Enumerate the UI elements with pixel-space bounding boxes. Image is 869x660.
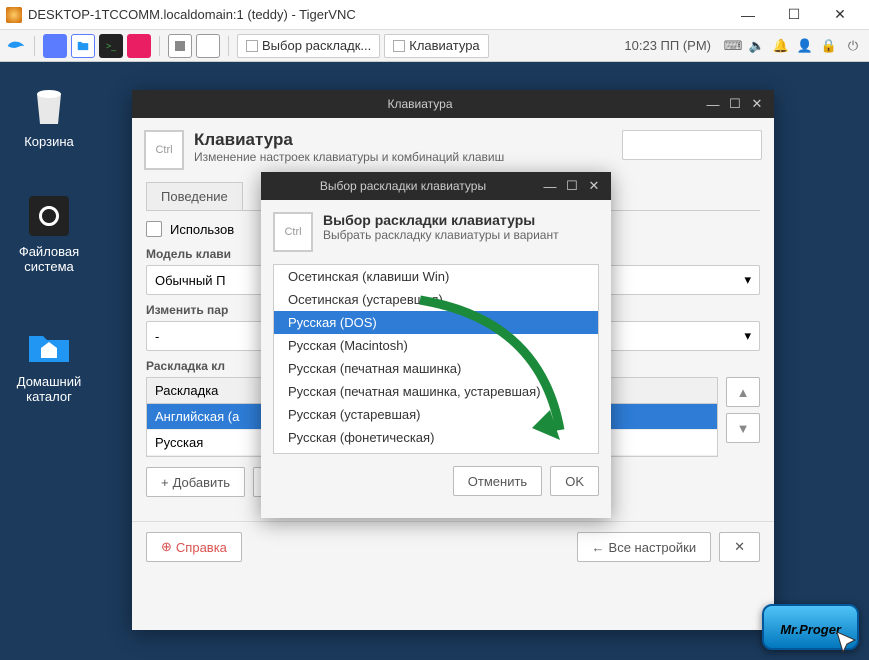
notification-icon[interactable]: 🔔 (771, 36, 791, 56)
list-item[interactable]: Русская (печатная машинка) (274, 357, 598, 380)
host-titlebar: DESKTOP-1TCCOMM.localdomain:1 (teddy) - … (0, 0, 869, 30)
minimize-button[interactable]: — (725, 0, 771, 30)
workspace-1[interactable] (168, 34, 192, 58)
trash-icon[interactable]: Корзина (14, 82, 84, 149)
home-icon[interactable]: Домашний каталог (14, 322, 84, 404)
home-label: Домашний каталог (14, 374, 84, 404)
keyboard-layout-indicator[interactable]: ⌨ (723, 36, 743, 56)
layout-dialog: Выбор раскладки клавиатуры — ☐ ✕ Ctrl Вы… (261, 172, 611, 518)
tab-behaviour[interactable]: Поведение (146, 182, 243, 210)
layout-list[interactable]: Осетинская (клавиши Win) Осетинская (уст… (273, 264, 599, 454)
separator (159, 36, 160, 56)
close-settings-button[interactable]: ✕ (719, 532, 760, 562)
list-item[interactable]: Осетинская (устаревшая) (274, 288, 598, 311)
list-item[interactable]: Русская (Macintosh) (274, 334, 598, 357)
filesystem-icon[interactable]: Файловая система (14, 192, 84, 274)
file-manager-button[interactable] (71, 34, 95, 58)
kb-maximize-button[interactable]: ☐ (724, 93, 746, 115)
dlg-maximize-button[interactable]: ☐ (561, 175, 583, 197)
kb-header-title: Клавиатура (194, 130, 612, 150)
kb-title: Клавиатура (138, 97, 702, 111)
tigervnc-icon (6, 7, 22, 23)
chevron-down-icon: ▾ (744, 272, 751, 288)
list-item[interactable]: Русская (устаревшая) (274, 403, 598, 426)
kb-close-button[interactable]: ✕ (746, 93, 768, 115)
terminal-button[interactable]: >_ (99, 34, 123, 58)
dlg-header-title: Выбор раскладки клавиатуры (323, 212, 559, 228)
kali-logo-icon[interactable] (6, 36, 26, 56)
ctrl-key-icon: Ctrl (144, 130, 184, 170)
volume-icon[interactable]: 🔈 (747, 36, 767, 56)
move-down-button[interactable]: ▼ (726, 413, 760, 443)
filesystem-label: Файловая система (14, 244, 84, 274)
user-icon[interactable]: 👤 (795, 36, 815, 56)
help-button[interactable]: ⊕Справка (146, 532, 242, 562)
separator (34, 36, 35, 56)
list-item[interactable]: Русская (фонетическая) (274, 426, 598, 449)
all-settings-button[interactable]: ←Все настройки (577, 532, 712, 562)
dlg-titlebar[interactable]: Выбор раскладки клавиатуры — ☐ ✕ (261, 172, 611, 200)
dlg-title: Выбор раскладки клавиатуры (267, 179, 539, 193)
list-item[interactable]: Русская (DOS) (274, 311, 598, 334)
move-up-button[interactable]: ▲ (726, 377, 760, 407)
maximize-button[interactable]: ☐ (771, 0, 817, 30)
workspace-2[interactable] (196, 34, 220, 58)
cancel-button[interactable]: Отменить (453, 466, 542, 496)
close-button[interactable]: ✕ (817, 0, 863, 30)
back-icon: ← (592, 540, 605, 555)
dlg-close-button[interactable]: ✕ (583, 175, 605, 197)
lock-icon[interactable]: 🔒 (819, 36, 839, 56)
separator (228, 36, 229, 56)
add-button[interactable]: +Добавить (146, 467, 245, 497)
watermark-logo: Mr.Proger (762, 604, 859, 650)
trash-label: Корзина (14, 134, 84, 149)
kb-titlebar[interactable]: Клавиатура — ☐ ✕ (132, 90, 774, 118)
task-keyboard-settings[interactable]: Клавиатура (384, 34, 488, 58)
cursor-icon (833, 628, 863, 658)
dlg-header-sub: Выбрать раскладку клавиатуры и вариант (323, 228, 559, 242)
use-system-defaults-label: Использов (170, 222, 234, 237)
xfce-panel: >_ Выбор раскладк... Клавиатура 10:23 ПП… (0, 30, 869, 62)
chevron-down-icon: ▾ (744, 328, 751, 344)
show-desktop-button[interactable] (43, 34, 67, 58)
ctrl-key-icon: Ctrl (273, 212, 313, 252)
close-icon: ✕ (734, 539, 745, 555)
power-icon[interactable]: ⏻ (843, 36, 863, 56)
ok-button[interactable]: OK (550, 466, 599, 496)
host-title: DESKTOP-1TCCOMM.localdomain:1 (teddy) - … (28, 7, 725, 22)
task-layout-dialog[interactable]: Выбор раскладк... (237, 34, 380, 58)
kb-search-input[interactable] (622, 130, 762, 160)
use-system-defaults-checkbox[interactable] (146, 221, 162, 237)
app-button[interactable] (127, 34, 151, 58)
kb-minimize-button[interactable]: — (702, 93, 724, 115)
list-item[interactable]: Осетинская (клавиши Win) (274, 265, 598, 288)
clock[interactable]: 10:23 ПП (PM) (616, 38, 719, 53)
dlg-minimize-button[interactable]: — (539, 175, 561, 197)
kb-header-sub: Изменение настроек клавиатуры и комбинац… (194, 150, 612, 164)
dlg-header: Ctrl Выбор раскладки клавиатуры Выбрать … (261, 200, 611, 264)
lifebuoy-icon: ⊕ (161, 539, 172, 555)
plus-icon: + (161, 475, 169, 490)
list-item[interactable]: Русская (печатная машинка, устаревшая) (274, 380, 598, 403)
